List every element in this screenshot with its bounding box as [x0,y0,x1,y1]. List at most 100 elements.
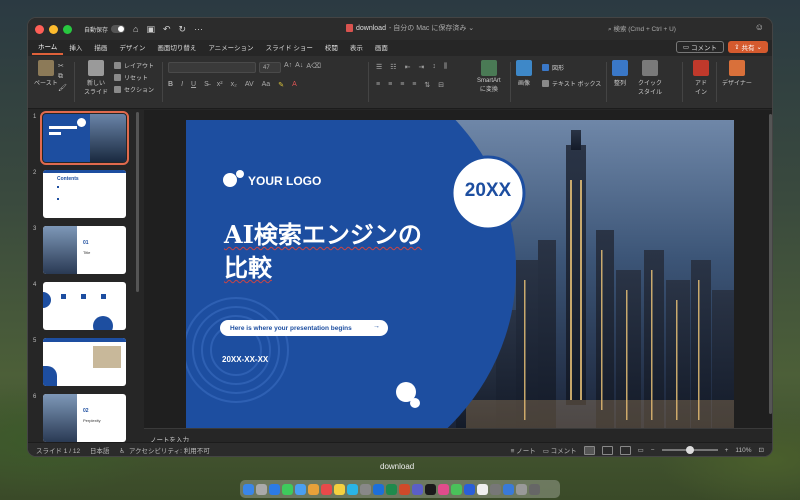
cut-icon[interactable]: ✂ [58,62,67,70]
format-painter-icon[interactable]: 🖌 [58,84,67,92]
textbox-button[interactable]: テキスト ボックス [542,78,601,88]
zoom-slider[interactable] [661,446,718,454]
grow-font-icon[interactable]: A↑ [284,62,292,73]
smartart-button[interactable]: SmartArt に変換 [477,60,501,93]
autosave-toggle[interactable] [111,25,126,33]
bullets-icon[interactable]: ☰ [376,63,382,71]
zoom-app-icon[interactable] [464,483,475,495]
italic-icon[interactable]: I [181,81,183,89]
comment-button[interactable]: ▭ コメント [675,41,724,53]
slide-thumbnail-1[interactable] [40,111,129,165]
new-slide-button[interactable]: 新しい スライド [84,60,108,96]
preview-icon[interactable] [490,483,501,495]
slide-sorter-button[interactable] [601,445,613,455]
designer-button[interactable]: デザイナー [722,60,752,87]
font-family-select[interactable] [168,62,256,73]
line-icon[interactable] [451,483,462,495]
reading-view-button[interactable] [619,445,631,455]
thumbnail-scrollbar[interactable] [136,112,139,292]
addins-button[interactable]: アド イン [693,60,709,96]
safari-icon[interactable] [269,483,280,495]
quick-styles-button[interactable]: クイック スタイル [638,60,662,96]
excel-icon[interactable] [386,483,397,495]
tab-review[interactable]: 校閲 [319,42,344,55]
text-direction-icon[interactable]: ⇅ [424,81,430,89]
save-icon[interactable]: ▣ [146,24,155,35]
justify-icon[interactable]: ≡ [412,81,416,89]
tab-insert[interactable]: 挿入 [63,42,88,55]
outdent-icon[interactable]: ⇤ [405,63,411,71]
slide-thumbnail-4[interactable] [43,282,126,330]
slide-thumbnail-5[interactable] [43,338,126,386]
bold-icon[interactable]: B [168,81,173,89]
tagline-pill[interactable]: Here is where your presentation begins → [220,320,388,336]
spacing-icon[interactable]: AV [245,81,254,89]
share-button[interactable]: ⇪ 共有 ⌄ [728,41,768,53]
music-icon[interactable] [438,483,449,495]
arrange-button[interactable]: 整列 [612,60,628,87]
underline-icon[interactable]: U [191,81,196,89]
section-button[interactable]: セクション [114,84,154,94]
tab-draw[interactable]: 描画 [88,42,113,55]
home-icon[interactable]: ⌂ [133,24,138,34]
document-title[interactable]: download - 自分の Mac に保存済み ⌄ [346,23,474,33]
mail-icon[interactable] [295,483,306,495]
align-center-icon[interactable]: ≡ [388,81,392,89]
columns-icon[interactable]: ⫼ [444,63,447,71]
align-right-icon[interactable]: ≡ [400,81,404,89]
chrome-icon[interactable] [477,483,488,495]
appstore-icon[interactable] [347,483,358,495]
copy-icon[interactable]: ⧉ [58,73,67,81]
layout-button[interactable]: レイアウト [114,60,154,70]
redo-icon[interactable]: ↻ [179,24,187,35]
tab-design[interactable]: デザイン [113,42,151,55]
finder-icon[interactable] [243,483,254,495]
zoom-out-icon[interactable]: − [651,447,655,454]
powerpoint-icon[interactable] [399,483,410,495]
font-size-select[interactable]: 47 [259,62,281,73]
slide-thumbnail-3[interactable]: 01 Title [43,226,126,274]
paste-button[interactable]: ペースト [34,60,58,87]
more-icon[interactable]: ··· [194,24,203,34]
photos-icon[interactable] [308,483,319,495]
align-text-icon[interactable]: ⊟ [438,81,444,89]
tab-view[interactable]: 表示 [344,42,369,55]
zoom-level[interactable]: 110% [735,447,751,454]
terminal-icon[interactable] [425,483,436,495]
search-box[interactable]: ⌕ 検索 (Cmd + Ctrl + U) [608,23,676,34]
tab-screen[interactable]: 画面 [369,42,394,55]
fit-slide-icon[interactable]: ⊡ [759,446,764,454]
account-icon[interactable]: ☺ [755,22,764,32]
strikethrough-icon[interactable]: S̶ [204,81,209,89]
notes-toggle[interactable]: ≡ ノート [511,445,536,455]
slide-title[interactable]: AI検索エンジンの 比較 [224,218,422,284]
line-spacing-icon[interactable]: ↕ [432,63,436,71]
normal-view-button[interactable] [583,445,595,455]
slide-thumbnail-2[interactable]: Contents [43,170,126,218]
accessibility-status[interactable]: アクセシビリティ: 利用不可 [129,448,210,455]
trash-icon[interactable] [529,483,540,495]
messages-icon[interactable] [282,483,293,495]
highlight-icon[interactable]: ✎ [278,81,284,89]
tab-transitions[interactable]: 画面切り替え [151,42,202,55]
case-icon[interactable]: Aa [262,81,271,89]
vscode-icon[interactable] [503,483,514,495]
settings-icon[interactable] [360,483,371,495]
close-window-button[interactable] [35,24,44,34]
shapes-button[interactable]: 図形 [542,62,601,72]
zoom-in-icon[interactable]: + [725,447,729,454]
downloads-icon[interactable] [516,483,527,495]
reset-button[interactable]: リセット [114,72,154,82]
launchpad-icon[interactable] [256,483,267,495]
comments-toggle[interactable]: ▭ コメント [543,445,577,455]
teams-icon[interactable] [412,483,423,495]
tab-home[interactable]: ホーム [32,41,64,55]
align-left-icon[interactable]: ≡ [376,81,380,89]
zoom-window-button[interactable] [63,24,72,34]
slideshow-icon[interactable]: ▭ [638,446,644,454]
superscript-icon[interactable]: x₂ [231,81,237,89]
font-color-icon[interactable]: A [292,81,297,89]
word-icon[interactable] [373,483,384,495]
indent-icon[interactable]: ⇥ [418,63,424,71]
tab-animations[interactable]: アニメーション [202,42,259,55]
